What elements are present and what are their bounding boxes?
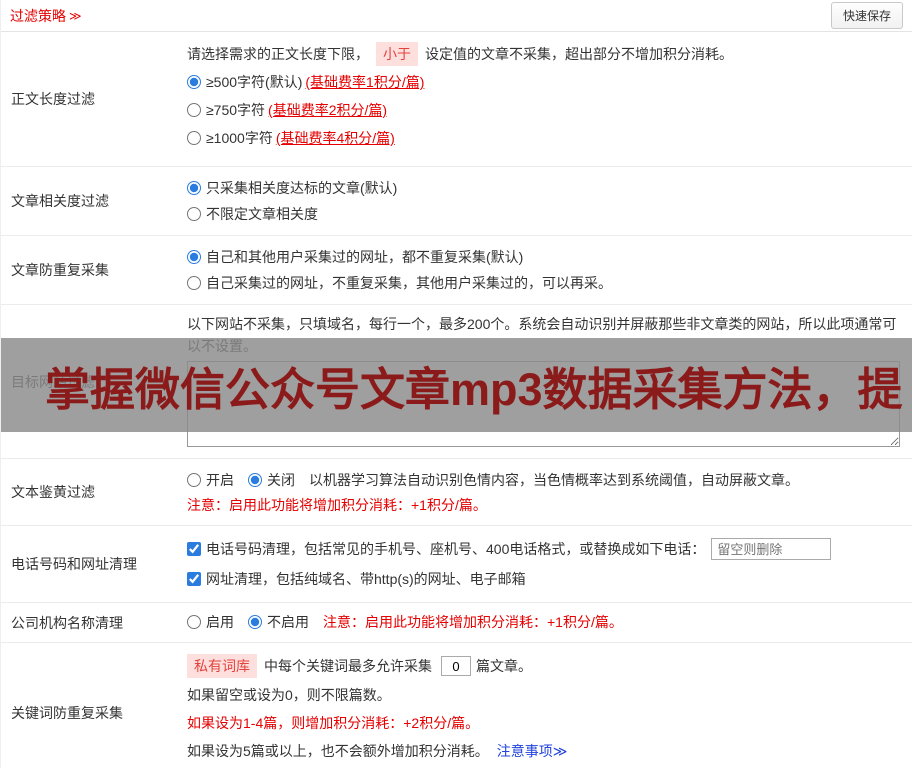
row-porn-filter: 文本鉴黄过滤 开启 关闭 以机器学习算法自动识别色情内容，当色情概率达到系统阈值… — [1, 459, 912, 526]
phone-cleanup-checkbox[interactable] — [187, 542, 201, 556]
row-label-relevance-filter: 文章相关度过滤 — [11, 193, 109, 209]
dedup-option-self[interactable]: 自己采集过的网址，不重复采集，其他用户采集过的，可以再采。 — [187, 272, 612, 294]
porn-radio-on[interactable] — [187, 473, 201, 487]
row-label-keyword-dedup: 关键词防重复采集 — [11, 704, 123, 721]
relevance-radio-any[interactable] — [187, 207, 201, 221]
length-filter-content: 请选择需求的正文长度下限， 小于 设定值的文章不采集，超出部分不增加积分消耗。 … — [187, 32, 912, 166]
watermark-banner: 掌握微信公众号文章mp3数据采集方法，提 — [1, 338, 912, 432]
length-option-500[interactable]: ≥500字符(默认) (基础费率1积分/篇) — [187, 71, 424, 93]
row-phone-url-cleanup: 电话号码和网址清理 电话号码清理，包括常见的手机号、座机号、400电话格式，或替… — [1, 526, 912, 603]
company-option-off-label: 不启用 — [267, 614, 309, 630]
company-cleanup-note: 注意：启用此功能将增加积分消耗：+1积分/篇。 — [323, 614, 623, 630]
porn-option-on[interactable]: 开启 — [187, 469, 234, 491]
url-cleanup-label: 网址清理，包括纯域名、带http(s)的网址、电子邮箱 — [206, 571, 526, 587]
url-cleanup-option[interactable]: 网址清理，包括纯域名、带http(s)的网址、电子邮箱 — [187, 568, 526, 590]
intro-after: 设定值的文章不采集，超出部分不增加积分消耗。 — [425, 46, 733, 62]
row-label-length-filter: 正文长度过滤 — [11, 91, 95, 107]
length-filter-intro: 请选择需求的正文长度下限， 小于 设定值的文章不采集，超出部分不增加积分消耗。 — [187, 40, 898, 68]
dedup-option-self-label: 自己采集过的网址，不重复采集，其他用户采集过的，可以再采。 — [206, 275, 612, 291]
phone-cleanup-label: 电话号码清理，包括常见的手机号、座机号、400电话格式，或替换成如下电话： — [206, 541, 706, 557]
url-cleanup-checkbox[interactable] — [187, 572, 201, 586]
relevance-filter-content: 只采集相关度达标的文章(默认) 不限定文章相关度 — [187, 167, 912, 235]
company-option-off[interactable]: 不启用 — [248, 611, 309, 633]
length-option-750-label: ≥750字符 — [206, 102, 266, 118]
intro-before: 请选择需求的正文长度下限， — [187, 46, 369, 62]
length-option-1000[interactable]: ≥1000字符 (基础费率4积分/篇) — [187, 127, 395, 149]
dedup-filter-content: 自己和其他用户采集过的网址，都不重复采集(默认) 自己采集过的网址，不重复采集，… — [187, 236, 912, 304]
page-title-text: 过滤策略 — [10, 7, 66, 24]
relevance-option-strict[interactable]: 只采集相关度达标的文章(默认) — [187, 177, 397, 199]
row-dedup-filter: 文章防重复采集 自己和其他用户采集过的网址，都不重复采集(默认) 自己采集过的网… — [1, 236, 912, 305]
row-length-filter: 正文长度过滤 请选择需求的正文长度下限， 小于 设定值的文章不采集，超出部分不增… — [1, 32, 912, 167]
watermark-banner-text: 掌握微信公众号文章mp3数据采集方法，提 — [45, 363, 903, 415]
company-option-on[interactable]: 启用 — [187, 611, 234, 633]
length-radio-500[interactable] — [187, 75, 201, 89]
row-label-phone-url-cleanup: 电话号码和网址清理 — [11, 556, 137, 572]
porn-option-off-label: 关闭 — [267, 472, 295, 488]
company-radio-on[interactable] — [187, 615, 201, 629]
porn-option-on-label: 开启 — [206, 472, 234, 488]
length-option-500-fee: (基础费率1积分/篇) — [305, 74, 425, 90]
private-lexicon-badge: 私有词库 — [187, 654, 257, 678]
filter-strategy-page: 过滤策略 ≫ 快速保存 正文长度过滤 请选择需求的正文长度下限， 小于 设定值的… — [0, 0, 912, 768]
row-label-porn-filter: 文本鉴黄过滤 — [11, 484, 95, 500]
porn-option-off[interactable]: 关闭 — [248, 469, 295, 491]
row-company-cleanup: 公司机构名称清理 启用 不启用 注意：启用此功能将增加积分消耗：+1积分/篇。 — [1, 603, 912, 643]
relevance-option-strict-label: 只采集相关度达标的文章(默认) — [206, 180, 398, 196]
length-option-750[interactable]: ≥750字符 (基础费率2积分/篇) — [187, 99, 387, 121]
relevance-option-any-label: 不限定文章相关度 — [206, 206, 318, 222]
phone-cleanup-option[interactable]: 电话号码清理，包括常见的手机号、座机号、400电话格式，或替换成如下电话： — [187, 538, 705, 560]
keyword-line1-mid: 中每个关键词最多允许采集 — [264, 658, 432, 674]
length-option-500-label: ≥500字符(默认) — [206, 74, 303, 90]
porn-radio-off[interactable] — [248, 473, 262, 487]
relevance-radio-strict[interactable] — [187, 181, 201, 195]
dedup-option-global[interactable]: 自己和其他用户采集过的网址，都不重复采集(默认) — [187, 246, 523, 268]
intro-highlight: 小于 — [376, 42, 418, 66]
dedup-radio-self[interactable] — [187, 276, 201, 290]
keyword-count-input[interactable] — [441, 656, 471, 676]
keyword-line4: 如果设为5篇或以上，也不会额外增加积分消耗。 — [187, 743, 489, 759]
company-cleanup-content: 启用 不启用 注意：启用此功能将增加积分消耗：+1积分/篇。 — [187, 603, 912, 642]
keyword-line2: 如果留空或设为0，则不限篇数。 — [187, 687, 391, 703]
relevance-option-any[interactable]: 不限定文章相关度 — [187, 203, 318, 225]
porn-filter-note: 注意：启用此功能将增加积分消耗：+1积分/篇。 — [187, 497, 487, 513]
chevron-double-icon: ≫ — [69, 8, 82, 23]
row-keyword-dedup: 关键词防重复采集 私有词库 中每个关键词最多允许采集 篇文章。 如果留空或设为0… — [1, 643, 912, 768]
page-title[interactable]: 过滤策略 ≫ — [10, 6, 82, 26]
keyword-dedup-content: 私有词库 中每个关键词最多允许采集 篇文章。 如果留空或设为0，则不限篇数。 如… — [187, 643, 912, 768]
porn-filter-description: 以机器学习算法自动识别色情内容，当色情概率达到系统阈值，自动屏蔽文章。 — [309, 472, 799, 488]
company-option-on-label: 启用 — [206, 614, 234, 630]
keyword-line3: 如果设为1-4篇，则增加积分消耗：+2积分/篇。 — [187, 715, 480, 731]
length-radio-1000[interactable] — [187, 131, 201, 145]
topbar: 过滤策略 ≫ 快速保存 — [1, 0, 912, 32]
length-option-1000-label: ≥1000字符 — [206, 130, 273, 146]
dedup-option-global-label: 自己和其他用户采集过的网址，都不重复采集(默认) — [206, 249, 524, 265]
length-radio-750[interactable] — [187, 103, 201, 117]
company-radio-off[interactable] — [248, 615, 262, 629]
row-relevance-filter: 文章相关度过滤 只采集相关度达标的文章(默认) 不限定文章相关度 — [1, 167, 912, 236]
length-option-750-fee: (基础费率2积分/篇) — [268, 102, 388, 118]
row-label-dedup-filter: 文章防重复采集 — [11, 262, 109, 278]
porn-filter-content: 开启 关闭 以机器学习算法自动识别色情内容，当色情概率达到系统阈值，自动屏蔽文章… — [187, 459, 912, 525]
notice-link[interactable]: 注意事项≫ — [497, 740, 568, 762]
row-label-company-cleanup: 公司机构名称清理 — [11, 614, 123, 631]
quick-save-button[interactable]: 快速保存 — [830, 2, 903, 29]
dedup-radio-global[interactable] — [187, 250, 201, 264]
phone-replacement-input[interactable] — [711, 538, 832, 560]
phone-url-content: 电话号码清理，包括常见的手机号、座机号、400电话格式，或替换成如下电话： 网址… — [187, 526, 912, 602]
length-option-1000-fee: (基础费率4积分/篇) — [275, 130, 395, 146]
keyword-line1-end: 篇文章。 — [476, 658, 532, 674]
